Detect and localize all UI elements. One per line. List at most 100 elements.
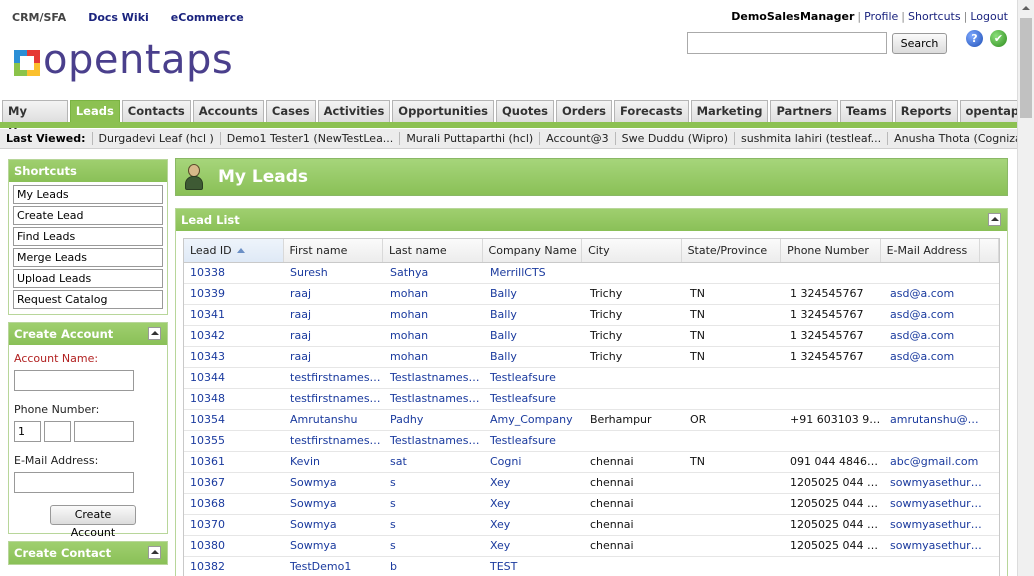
table-cell[interactable]: 10361	[184, 452, 284, 472]
shortcut-merge-leads[interactable]: Merge Leads	[13, 248, 163, 267]
table-cell[interactable]: 10368	[184, 494, 284, 514]
table-row[interactable]: 10382 TestDemo1 b TEST	[184, 557, 999, 576]
table-cell[interactable]: Bally	[484, 284, 584, 304]
table-cell[interactable]: 10344	[184, 368, 284, 388]
table-cell[interactable]: 10342	[184, 326, 284, 346]
table-cell[interactable]: s	[384, 494, 484, 514]
table-cell[interactable]: raaj	[284, 326, 384, 346]
table-cell[interactable]: testfirstnamesure	[284, 368, 384, 388]
table-cell[interactable]: Xey	[484, 515, 584, 535]
column-header[interactable]: City	[582, 239, 682, 262]
table-cell[interactable]: Testleafsure	[484, 389, 584, 409]
table-cell[interactable]: s	[384, 473, 484, 493]
table-cell[interactable]: Suresh	[284, 263, 384, 283]
tab-my-home[interactable]: My Home	[2, 100, 68, 139]
shortcut-create-lead[interactable]: Create Lead	[13, 206, 163, 225]
table-row[interactable]: 10380 Sowmya s Xey chennai 1205025 044 3... so…	[184, 536, 999, 557]
phone-area-code-field[interactable]	[44, 421, 71, 442]
table-cell[interactable]: 10341	[184, 305, 284, 325]
table-cell[interactable]: sowmyasethura...	[884, 494, 984, 514]
column-header[interactable]: Last name	[383, 239, 483, 262]
table-cell[interactable]: 10354	[184, 410, 284, 430]
collapse-up-icon[interactable]	[148, 546, 161, 559]
last-viewed-item[interactable]: Demo1 Tester1 (NewTestLea...	[219, 132, 400, 145]
scroll-up-arrow-icon[interactable]	[1018, 0, 1034, 17]
table-cell[interactable]: abc@gmail.com	[884, 452, 984, 472]
create-account-button[interactable]: Create Account	[50, 505, 136, 539]
last-viewed-item[interactable]: sushmita lahiri (testleaf...	[733, 132, 887, 145]
search-button[interactable]: Search	[892, 33, 947, 54]
table-cell[interactable]: Testleafsure	[484, 431, 584, 451]
table-cell[interactable]: Xey	[484, 473, 584, 493]
table-cell[interactable]: sowmyasethura...	[884, 473, 984, 493]
logout-link[interactable]: Logout	[970, 10, 1008, 23]
table-cell[interactable]: 10355	[184, 431, 284, 451]
table-cell[interactable]: 10380	[184, 536, 284, 556]
shortcut-my-leads[interactable]: My Leads	[13, 185, 163, 204]
table-row[interactable]: 10354 Amrutanshu Padhy Amy_Company Berhampur…	[184, 410, 999, 431]
sort-ascending-icon[interactable]	[236, 248, 245, 253]
tab-opportunities[interactable]: Opportunities	[392, 100, 495, 122]
email-address-field[interactable]	[14, 472, 134, 493]
table-row[interactable]: 10368 Sowmya s Xey chennai 1205025 044 3... so…	[184, 494, 999, 515]
table-cell[interactable]: Bally	[484, 326, 584, 346]
table-cell[interactable]: Bally	[484, 305, 584, 325]
tab-partners[interactable]: Partners	[770, 100, 838, 122]
table-cell[interactable]: 10370	[184, 515, 284, 535]
tab-accounts[interactable]: Accounts	[192, 100, 264, 122]
table-cell[interactable]: sowmyasethura...	[884, 536, 984, 556]
top-nav-ecommerce[interactable]: eCommerce	[171, 11, 244, 24]
table-cell[interactable]: Kevin	[284, 452, 384, 472]
table-row[interactable]: 10370 Sowmya s Xey chennai 1205025 044 3... so…	[184, 515, 999, 536]
help-icon[interactable]: ?	[966, 30, 983, 47]
shortcut-find-leads[interactable]: Find Leads	[13, 227, 163, 246]
table-row[interactable]: 10355 testfirstnamesure Testlastnamesure Te…	[184, 431, 999, 452]
table-cell[interactable]	[884, 263, 984, 283]
table-row[interactable]: 10343 raaj mohan Bally Trichy TN 1 324545767 as…	[184, 347, 999, 368]
table-cell[interactable]: s	[384, 515, 484, 535]
table-cell[interactable]: TestDemo1	[284, 557, 384, 576]
table-cell[interactable]	[884, 389, 984, 409]
phone-country-code-field[interactable]: 1	[14, 421, 41, 442]
tab-quotes[interactable]: Quotes	[496, 100, 555, 122]
collapse-up-icon[interactable]	[988, 213, 1001, 226]
table-cell[interactable]: Testlastnamesure	[384, 431, 484, 451]
shortcut-request-catalog[interactable]: Request Catalog	[13, 290, 163, 309]
table-cell[interactable]: 10343	[184, 347, 284, 367]
last-viewed-item[interactable]: Swe Duddu (Wipro)	[614, 132, 734, 145]
table-cell[interactable]: 10348	[184, 389, 284, 409]
table-cell[interactable]: 10338	[184, 263, 284, 283]
table-row[interactable]: 10338 Suresh Sathya MerrillCTS	[184, 263, 999, 284]
top-nav-crm-sfa[interactable]: CRM/SFA	[12, 11, 66, 24]
table-cell[interactable]: raaj	[284, 347, 384, 367]
table-cell[interactable]	[884, 557, 984, 576]
table-cell[interactable]: TEST	[484, 557, 584, 576]
last-viewed-item[interactable]: Durgadevi Leaf (hcl )	[91, 132, 220, 145]
account-name-field[interactable]	[14, 370, 134, 391]
table-cell[interactable]: sat	[384, 452, 484, 472]
table-cell[interactable]: mohan	[384, 305, 484, 325]
table-cell[interactable]: raaj	[284, 305, 384, 325]
top-nav-docs-wiki[interactable]: Docs Wiki	[88, 11, 149, 24]
table-cell[interactable]: Cogni	[484, 452, 584, 472]
table-cell[interactable]: mohan	[384, 326, 484, 346]
table-cell[interactable]: Sowmya	[284, 515, 384, 535]
table-cell[interactable]: mohan	[384, 284, 484, 304]
table-cell[interactable]: mohan	[384, 347, 484, 367]
shortcut-upload-leads[interactable]: Upload Leads	[13, 269, 163, 288]
table-cell[interactable]: Amy_Company	[484, 410, 584, 430]
tab-forecasts[interactable]: Forecasts	[614, 100, 689, 122]
table-cell[interactable]: MerrillCTS	[484, 263, 584, 283]
shortcuts-link[interactable]: Shortcuts	[908, 10, 961, 23]
column-header[interactable]: Lead ID	[184, 239, 284, 262]
tab-orders[interactable]: Orders	[556, 100, 613, 122]
search-input[interactable]	[687, 32, 887, 54]
table-cell[interactable]: b	[384, 557, 484, 576]
table-cell[interactable]: testfirstnamesure	[284, 431, 384, 451]
table-cell[interactable]: Bally	[484, 347, 584, 367]
table-cell[interactable]: asd@a.com	[884, 347, 984, 367]
scroll-thumb[interactable]	[1020, 18, 1032, 118]
collapse-up-icon[interactable]	[148, 327, 161, 340]
table-cell[interactable]	[884, 368, 984, 388]
table-cell[interactable]	[884, 431, 984, 451]
